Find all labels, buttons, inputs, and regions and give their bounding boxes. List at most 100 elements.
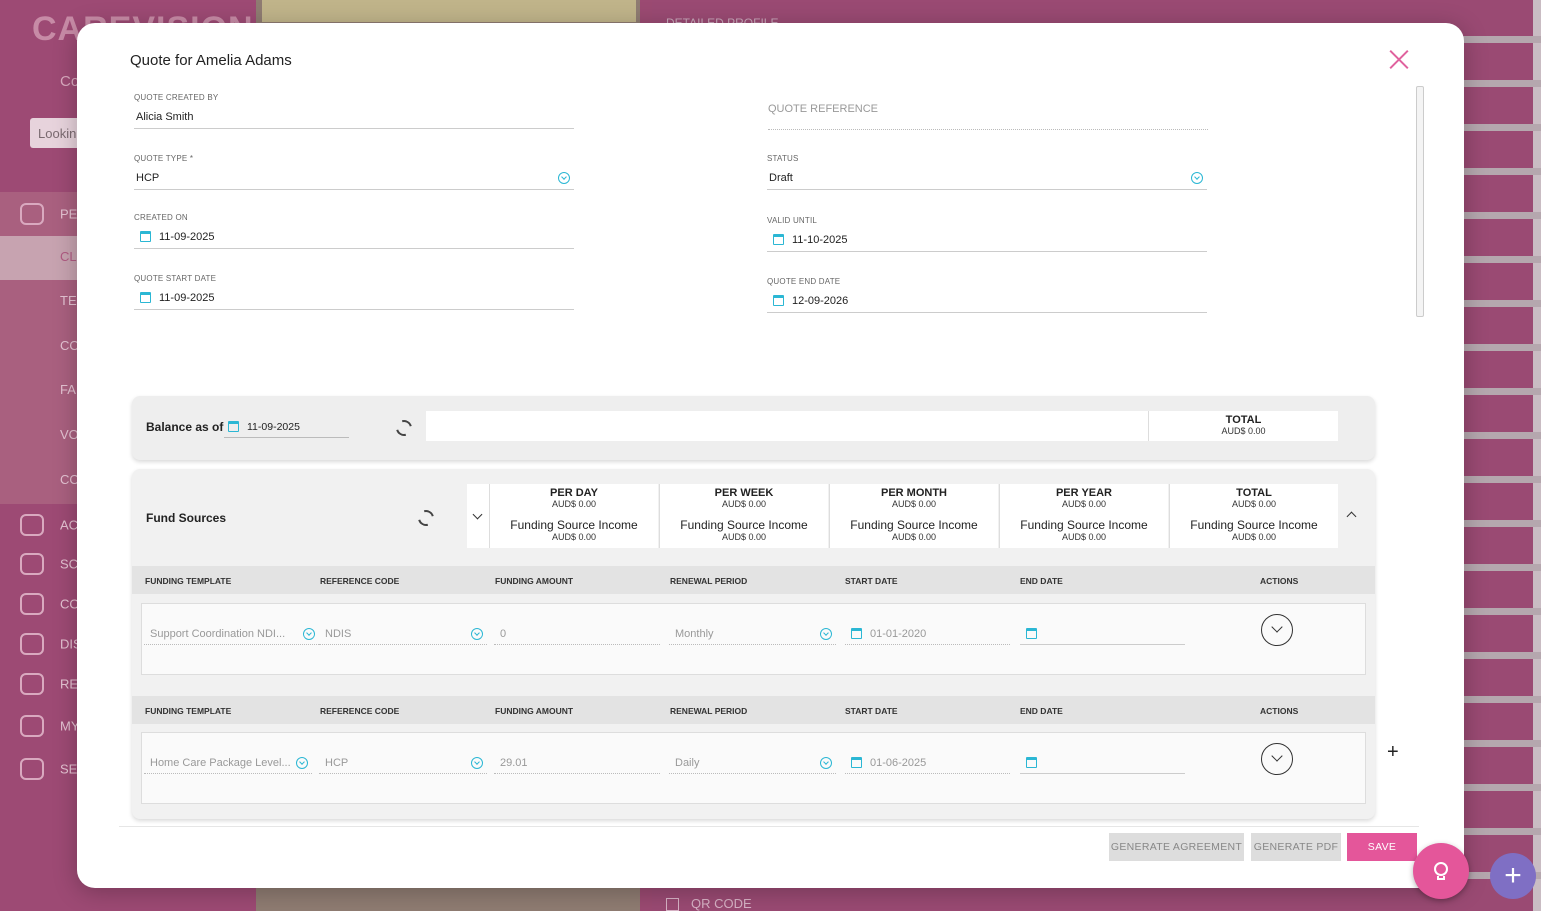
status-select[interactable]: Draft xyxy=(767,166,1207,190)
background-stripe xyxy=(1460,388,1541,395)
add-funding-source-button[interactable]: + xyxy=(1387,741,1399,764)
quote-end-date-field[interactable]: QUOTE END DATE 12-09-2026 xyxy=(767,277,1207,313)
chevron-down-icon xyxy=(1191,171,1203,184)
created-on-date[interactable]: 11-09-2025 xyxy=(134,225,574,249)
background-stripe xyxy=(1460,344,1541,351)
funding-amount-input[interactable]: 29.01 xyxy=(494,752,660,774)
background-stripe xyxy=(1460,168,1541,175)
background-stripe xyxy=(1460,652,1541,659)
background-stripe xyxy=(1460,36,1541,43)
period-total: TOTAL AUD$ 0.00 Funding Source Income AU… xyxy=(1169,484,1338,548)
chevron-down-icon xyxy=(296,756,308,769)
refresh-icon[interactable] xyxy=(393,417,415,439)
calendar-icon xyxy=(851,628,862,639)
end-date-input[interactable] xyxy=(1020,752,1185,774)
close-icon[interactable] xyxy=(1388,49,1410,71)
background-scroll-track xyxy=(1533,0,1541,911)
gear-icon xyxy=(20,758,44,780)
schedule-icon xyxy=(20,553,44,575)
quote-type-field[interactable]: QUOTE TYPE * HCP xyxy=(134,154,574,190)
refresh-icon[interactable] xyxy=(415,507,437,529)
funding-amount-input[interactable]: 0 xyxy=(494,623,660,645)
chevron-up-icon[interactable] xyxy=(1346,511,1357,522)
chevron-down-icon xyxy=(820,756,832,769)
row-actions-button[interactable] xyxy=(1261,614,1293,646)
renewal-period-select[interactable]: Daily xyxy=(669,752,836,774)
quote-reference-input[interactable]: QUOTE REFERENCE xyxy=(768,92,1208,130)
balance-date-input[interactable]: 11-09-2025 xyxy=(224,416,349,438)
calendar-icon xyxy=(1026,757,1037,768)
lightbulb-icon xyxy=(1434,862,1448,876)
background-stripe xyxy=(1460,80,1541,87)
background-stripe xyxy=(1460,300,1541,307)
funding-template-select[interactable]: Support Coordination NDI... xyxy=(144,623,319,645)
balance-total: TOTAL AUD$ 0.00 xyxy=(1148,411,1338,441)
fund-sources-panel: Fund Sources PER DAY AUD$ 0.00 Funding S… xyxy=(132,469,1375,819)
period-per-week: PER WEEK AUD$ 0.00 Funding Source Income… xyxy=(659,484,828,548)
quote-start-date-field[interactable]: QUOTE START DATE 11-09-2025 xyxy=(134,274,574,310)
footer-divider xyxy=(119,826,1419,827)
background-stripe xyxy=(1460,564,1541,571)
start-date-input[interactable]: 01-01-2020 xyxy=(845,623,1010,645)
period-per-month: PER MONTH AUD$ 0.00 Funding Source Incom… xyxy=(829,484,998,548)
expand-toggle[interactable] xyxy=(467,484,489,548)
people-icon xyxy=(20,203,44,225)
quote-end-date[interactable]: 12-09-2026 xyxy=(767,289,1207,313)
calendar-icon xyxy=(773,295,784,306)
valid-until-date[interactable]: 11-10-2025 xyxy=(767,228,1207,252)
user-icon xyxy=(20,715,44,737)
qr-code-section[interactable]: QR CODE xyxy=(666,896,752,911)
reference-code-select[interactable]: HCP xyxy=(319,752,487,774)
chevron-down-icon xyxy=(303,627,315,640)
reference-code-select[interactable]: NDIS xyxy=(319,623,487,645)
balance-label: Balance as of xyxy=(146,420,224,434)
chevron-down-icon xyxy=(471,627,483,640)
background-stripe xyxy=(1460,520,1541,527)
chat-icon xyxy=(20,633,44,655)
funding-template-select[interactable]: Home Care Package Level... xyxy=(144,752,312,774)
save-button[interactable]: SAVE xyxy=(1347,833,1417,861)
row-actions-button[interactable] xyxy=(1261,743,1293,775)
calendar-icon xyxy=(228,421,239,432)
chevron-down-icon xyxy=(472,509,483,520)
funding-row: Support Coordination NDI... NDIS 0 Month… xyxy=(141,603,1366,675)
calendar-icon xyxy=(140,292,151,303)
quote-created-by-value[interactable]: Alicia Smith xyxy=(134,105,574,129)
quote-created-by-field[interactable]: QUOTE CREATED BY Alicia Smith xyxy=(134,93,574,129)
funding-table-header: FUNDING TEMPLATE REFERENCE CODE FUNDING … xyxy=(132,566,1375,594)
chevron-down-icon xyxy=(820,627,832,640)
end-date-input[interactable] xyxy=(1020,623,1185,645)
help-tips-button[interactable] xyxy=(1413,843,1469,899)
quote-type-select[interactable]: HCP xyxy=(134,166,574,190)
funding-table-header: FUNDING TEMPLATE REFERENCE CODE FUNDING … xyxy=(132,696,1375,724)
chevron-down-icon xyxy=(558,171,570,184)
valid-until-field[interactable]: VALID UNTIL 11-10-2025 xyxy=(767,216,1207,252)
background-stripe xyxy=(1460,212,1541,219)
add-fab-button[interactable]: + xyxy=(1490,853,1536,899)
created-on-field[interactable]: CREATED ON 11-09-2025 xyxy=(134,213,574,249)
calendar-icon xyxy=(851,757,862,768)
background-stripe xyxy=(1460,256,1541,263)
funding-row: Home Care Package Level... HCP 29.01 Dai… xyxy=(141,732,1366,804)
background-stripe xyxy=(1460,124,1541,131)
quote-start-date[interactable]: 11-09-2025 xyxy=(134,286,574,310)
report-icon xyxy=(20,673,44,695)
background-stripe xyxy=(1460,740,1541,747)
chevron-down-icon xyxy=(471,756,483,769)
calendar-icon xyxy=(140,231,151,242)
background-stripe xyxy=(1460,432,1541,439)
fund-sources-label: Fund Sources xyxy=(146,511,227,525)
modal-scrollbar[interactable] xyxy=(1416,86,1424,317)
generate-agreement-button[interactable]: GENERATE AGREEMENT xyxy=(1109,833,1244,861)
generate-pdf-button[interactable]: GENERATE PDF xyxy=(1251,833,1341,861)
balance-panel: Balance as of 11-09-2025 TOTAL AUD$ 0.00 xyxy=(132,396,1375,460)
period-per-year: PER YEAR AUD$ 0.00 Funding Source Income… xyxy=(999,484,1168,548)
background-stripe xyxy=(1460,476,1541,483)
status-field[interactable]: STATUS Draft xyxy=(767,154,1207,190)
heart-icon xyxy=(20,593,44,615)
start-date-input[interactable]: 01-06-2025 xyxy=(845,752,1010,774)
balance-summary xyxy=(426,411,1148,441)
calendar-icon xyxy=(773,234,784,245)
renewal-period-select[interactable]: Monthly xyxy=(669,623,836,645)
quote-modal: Quote for Amelia Adams QUOTE CREATED BY … xyxy=(77,23,1464,888)
